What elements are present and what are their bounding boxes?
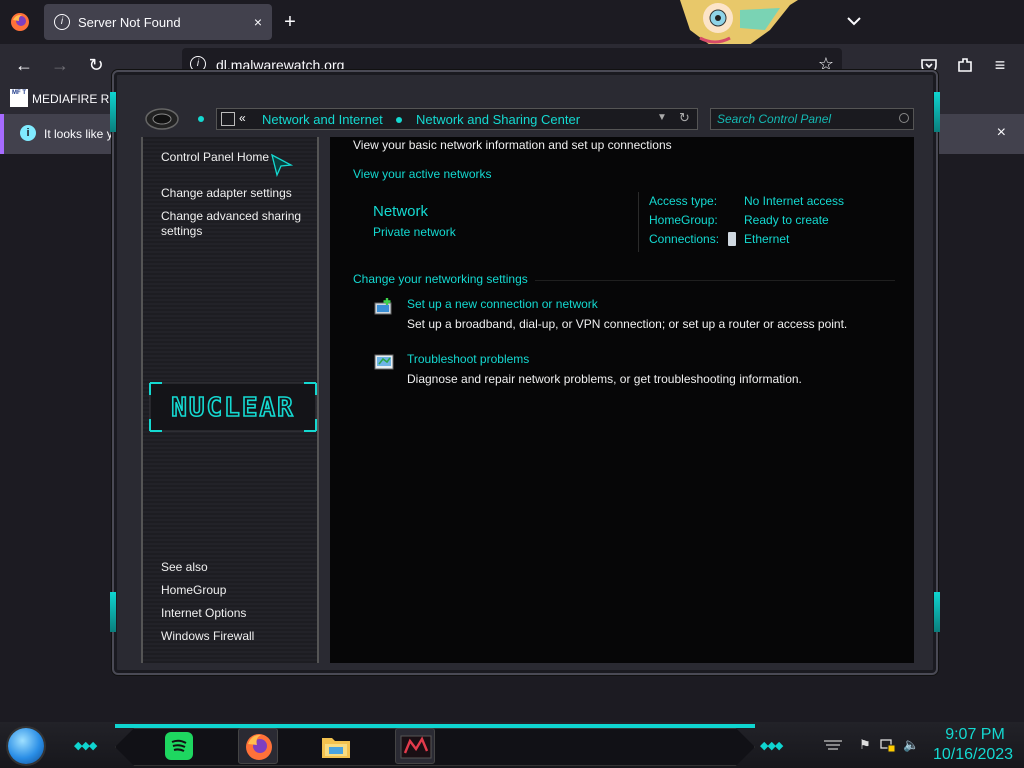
taskbar-chevron-deco: ◆◆◆ [760,740,783,752]
start-button[interactable] [8,728,44,764]
homegroup-value-link[interactable]: Ready to create [744,213,829,227]
firefox-taskbar-button[interactable] [238,728,278,764]
setup-connection-description: Set up a broadband, dial-up, or VPN conn… [407,317,848,331]
sidebar-windows-firewall[interactable]: Windows Firewall [161,629,254,644]
search-icon[interactable] [899,113,909,123]
bookmark-mediafire[interactable]: MEDIAFIRE RO [32,92,119,106]
spotify-icon [165,732,193,760]
control-panel-sidebar: Control Panel Home Change adapter settin… [141,137,319,663]
change-settings-heading: Change your networking settings [353,272,528,286]
sidebar-internet-options[interactable]: Internet Options [161,606,246,621]
clock-date[interactable]: 10/16/2023 [930,746,1016,764]
reload-icon[interactable]: ↻ [85,54,107,76]
browser-tab-active[interactable]: i Server Not Found × [44,4,272,40]
refresh-icon[interactable]: ↻ [679,110,690,126]
breadcrumb-separator-icon [396,117,402,123]
sidebar-change-adapter[interactable]: Change adapter settings [161,186,292,201]
see-also-heading: See also [161,560,208,574]
troubleshoot-icon [374,354,394,370]
frame-accent [934,592,940,632]
forward-arrow-icon[interactable]: → [49,54,71,76]
flag-icon[interactable]: ⚑ [857,737,873,753]
nuclear-logo-text: NUCLEAR [171,393,295,423]
control-panel-address-bar: « Network and Internet Network and Shari… [144,106,934,134]
control-panel-icon [400,735,432,759]
breadcrumb-sharing-center[interactable]: Network and Sharing Center [416,112,580,127]
search-placeholder: Search Control Panel [717,112,832,126]
back-arrow-icon[interactable]: ← [13,54,35,76]
ethernet-icon [728,232,736,246]
access-type-label: Access type: [649,194,718,208]
firefox-icon [246,734,272,760]
back-navigation-icon[interactable] [144,106,180,132]
divider [638,192,639,252]
new-tab-button[interactable]: + [278,10,302,34]
nav-dot-icon [198,116,204,122]
menu-icon[interactable]: ≡ [989,54,1011,76]
info-icon: i [54,14,70,30]
cursor-arrow-icon [271,153,293,177]
ethernet-link[interactable]: Ethernet [744,232,789,246]
homegroup-label: HomeGroup: [649,213,718,227]
firefox-logo-icon[interactable] [10,12,30,32]
mediafire-bookmark-icon: MF T [10,89,28,107]
frame-accent [110,92,116,132]
volume-icon[interactable]: 🔈 [903,737,919,753]
notification-close-button[interactable]: × [997,124,1006,142]
spotify-taskbar-button[interactable] [159,728,199,764]
taskbar-chevron-deco: ◆◆◆ [74,740,97,752]
new-connection-icon [374,298,392,315]
access-type-value: No Internet access [744,194,845,208]
tab-close-button[interactable]: × [254,14,262,30]
sidebar-homegroup[interactable]: HomeGroup [161,583,226,598]
network-sharing-center-content: View your basic network information and … [330,137,914,663]
network-type-link[interactable]: Private network [373,225,456,239]
notification-text: It looks like y [44,127,113,141]
breadcrumb[interactable]: « Network and Internet Network and Shari… [216,108,698,130]
frame-accent [110,592,116,632]
network-status-icon[interactable] [880,737,896,753]
frame-accent [934,92,940,132]
file-explorer-taskbar-button[interactable] [316,728,356,764]
tab-title: Server Not Found [78,14,181,30]
breadcrumb-back[interactable]: « [239,111,246,125]
taskbar: ◆◆◆ ◆◆◆ ⚑ 🔈 9:07 PM 10/16/2023 [0,722,1024,768]
search-control-panel-input[interactable]: Search Control Panel [710,108,914,130]
page-title: View your basic network information and … [353,138,672,152]
breadcrumb-network-internet[interactable]: Network and Internet [262,112,383,127]
file-explorer-icon [322,738,350,758]
browser-tab-bar: i Server Not Found × + [0,0,1024,44]
control-panel-icon [221,112,235,126]
chevron-down-icon[interactable] [843,10,865,32]
nuclear-theme-logo: NUCLEAR [149,382,317,432]
active-networks-heading: View your active networks [353,167,492,181]
extensions-icon[interactable] [954,54,976,76]
troubleshoot-link[interactable]: Troubleshoot problems [407,352,529,366]
show-hidden-icons-icon[interactable] [822,737,844,753]
sidebar-advanced-sharing[interactable]: Change advanced sharing settings [161,209,311,239]
sidebar-control-panel-home[interactable]: Control Panel Home [161,150,269,165]
connections-label: Connections: [649,232,720,246]
taskbar-accent-line [115,724,755,728]
anime-character-sticker [680,0,798,48]
setup-connection-link[interactable]: Set up a new connection or network [407,297,598,311]
troubleshoot-description: Diagnose and repair network problems, or… [407,372,802,386]
control-panel-taskbar-button[interactable] [395,728,435,764]
divider [535,280,895,281]
network-name: Network [373,203,429,220]
clock-time[interactable]: 9:07 PM [940,726,1010,744]
chevron-down-icon[interactable]: ▼ [657,112,667,123]
info-icon: i [20,125,36,141]
